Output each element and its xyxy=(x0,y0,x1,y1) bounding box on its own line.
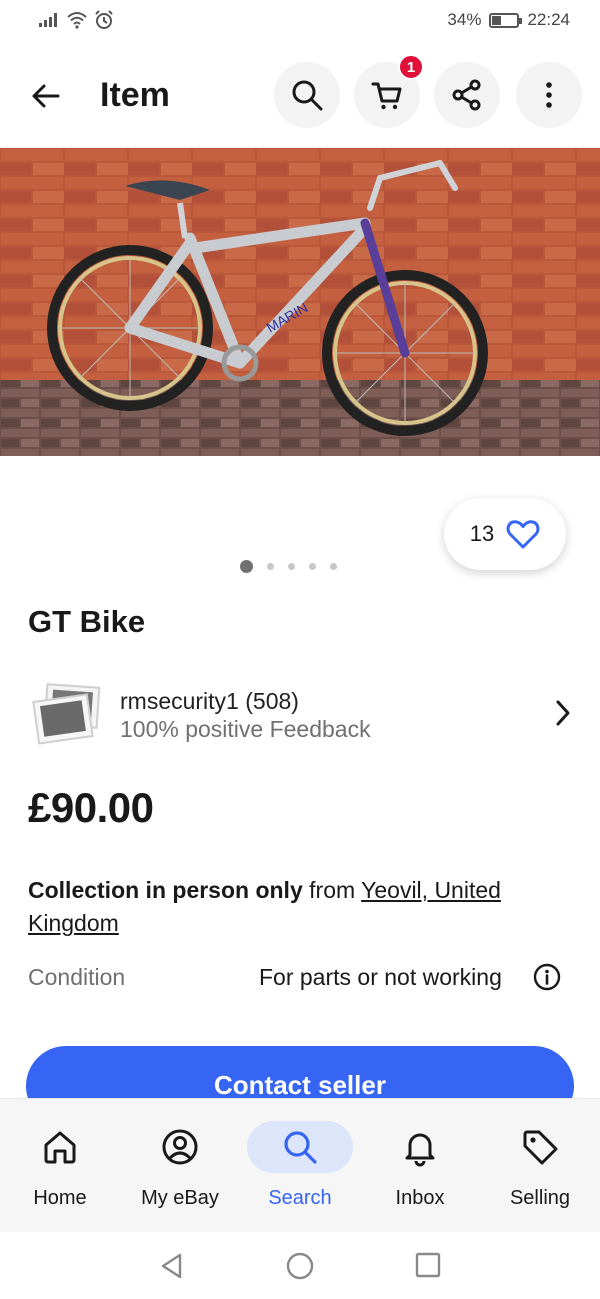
pager-dot[interactable] xyxy=(267,563,274,570)
nav-selling[interactable]: Selling xyxy=(480,1099,600,1233)
share-button[interactable] xyxy=(434,62,500,128)
share-icon xyxy=(452,79,481,111)
bottom-navigation: Home My eBay Search Inbox Selling xyxy=(0,1098,600,1232)
status-right: 34% 22:24 xyxy=(447,10,570,30)
item-title: GT Bike xyxy=(28,604,146,639)
pager-dot[interactable] xyxy=(330,563,337,570)
signal-icon xyxy=(39,13,57,27)
seller-name: rmsecurity1 (508) xyxy=(120,688,299,714)
seller-row[interactable]: rmsecurity1 (508) 100% positive Feedback xyxy=(28,680,574,752)
cart-button[interactable]: 1 xyxy=(354,54,424,128)
nav-my-ebay[interactable]: My eBay xyxy=(120,1099,240,1233)
search-icon xyxy=(292,80,323,111)
nav-my-ebay-label: My eBay xyxy=(141,1187,219,1209)
user-icon xyxy=(162,1129,198,1165)
status-bar: 34% 22:24 xyxy=(0,0,600,44)
more-options-button[interactable] xyxy=(516,62,582,128)
battery-icon xyxy=(489,12,523,28)
system-recents-icon[interactable] xyxy=(414,1252,442,1280)
nav-home[interactable]: Home xyxy=(0,1099,120,1233)
shipping-info: Collection in person only from Yeovil, U… xyxy=(28,874,568,940)
nav-home-icon-wrap xyxy=(7,1121,113,1173)
wifi-icon xyxy=(67,12,87,29)
top-app-bar: Item 1 xyxy=(0,54,600,134)
item-photo[interactable]: MARIN xyxy=(0,148,600,456)
back-button[interactable] xyxy=(22,72,70,120)
alarm-icon xyxy=(95,10,113,29)
status-icons xyxy=(38,10,114,30)
search-button[interactable] xyxy=(274,62,340,128)
search-icon xyxy=(284,1131,317,1164)
arrow-left-icon xyxy=(32,84,60,108)
clock: 22:24 xyxy=(527,10,570,29)
nav-search[interactable]: Search xyxy=(240,1099,360,1233)
item-price: £90.00 xyxy=(28,784,154,831)
tag-icon xyxy=(523,1130,558,1165)
nav-my-ebay-icon-wrap xyxy=(127,1121,233,1173)
heart-icon xyxy=(506,520,540,549)
bike-photo-illustration: MARIN xyxy=(0,148,600,456)
shipping-from-text: from xyxy=(302,877,362,903)
chevron-right-icon xyxy=(556,700,570,726)
nav-selling-label: Selling xyxy=(509,1187,571,1209)
condition-label: Condition xyxy=(28,964,126,990)
battery-percent: 34% xyxy=(447,10,482,29)
system-navigation-bar xyxy=(0,1232,600,1299)
system-home-icon[interactable] xyxy=(285,1252,315,1282)
nav-search-icon-wrap xyxy=(247,1121,353,1173)
condition-row: Condition For parts or not working xyxy=(28,962,568,996)
nav-inbox-icon-wrap xyxy=(367,1121,473,1173)
shipping-method: Collection in person only xyxy=(28,877,303,903)
page-title: Item xyxy=(100,76,170,114)
cart-badge: 1 xyxy=(398,54,424,80)
seller-feedback: 100% positive Feedback xyxy=(120,716,371,742)
pager-dot[interactable] xyxy=(309,563,316,570)
bell-icon xyxy=(405,1133,435,1167)
nav-inbox[interactable]: Inbox xyxy=(360,1099,480,1233)
image-pager[interactable] xyxy=(240,560,337,573)
seller-avatar xyxy=(32,683,101,745)
more-vertical-icon xyxy=(546,82,552,108)
condition-value: For parts or not working xyxy=(259,964,502,990)
pager-dot-active[interactable] xyxy=(240,560,253,573)
system-back-icon[interactable] xyxy=(158,1252,186,1280)
pager-dot[interactable] xyxy=(288,563,295,570)
nav-home-label: Home xyxy=(33,1187,87,1209)
watch-count: 13 xyxy=(469,521,495,546)
nav-selling-icon-wrap xyxy=(487,1121,593,1173)
nav-search-label: Search xyxy=(268,1187,332,1209)
cart-icon xyxy=(371,82,402,110)
info-icon[interactable] xyxy=(532,962,562,992)
nav-inbox-label: Inbox xyxy=(395,1187,445,1209)
watch-button[interactable]: 13 xyxy=(444,498,566,570)
home-icon xyxy=(44,1131,76,1164)
